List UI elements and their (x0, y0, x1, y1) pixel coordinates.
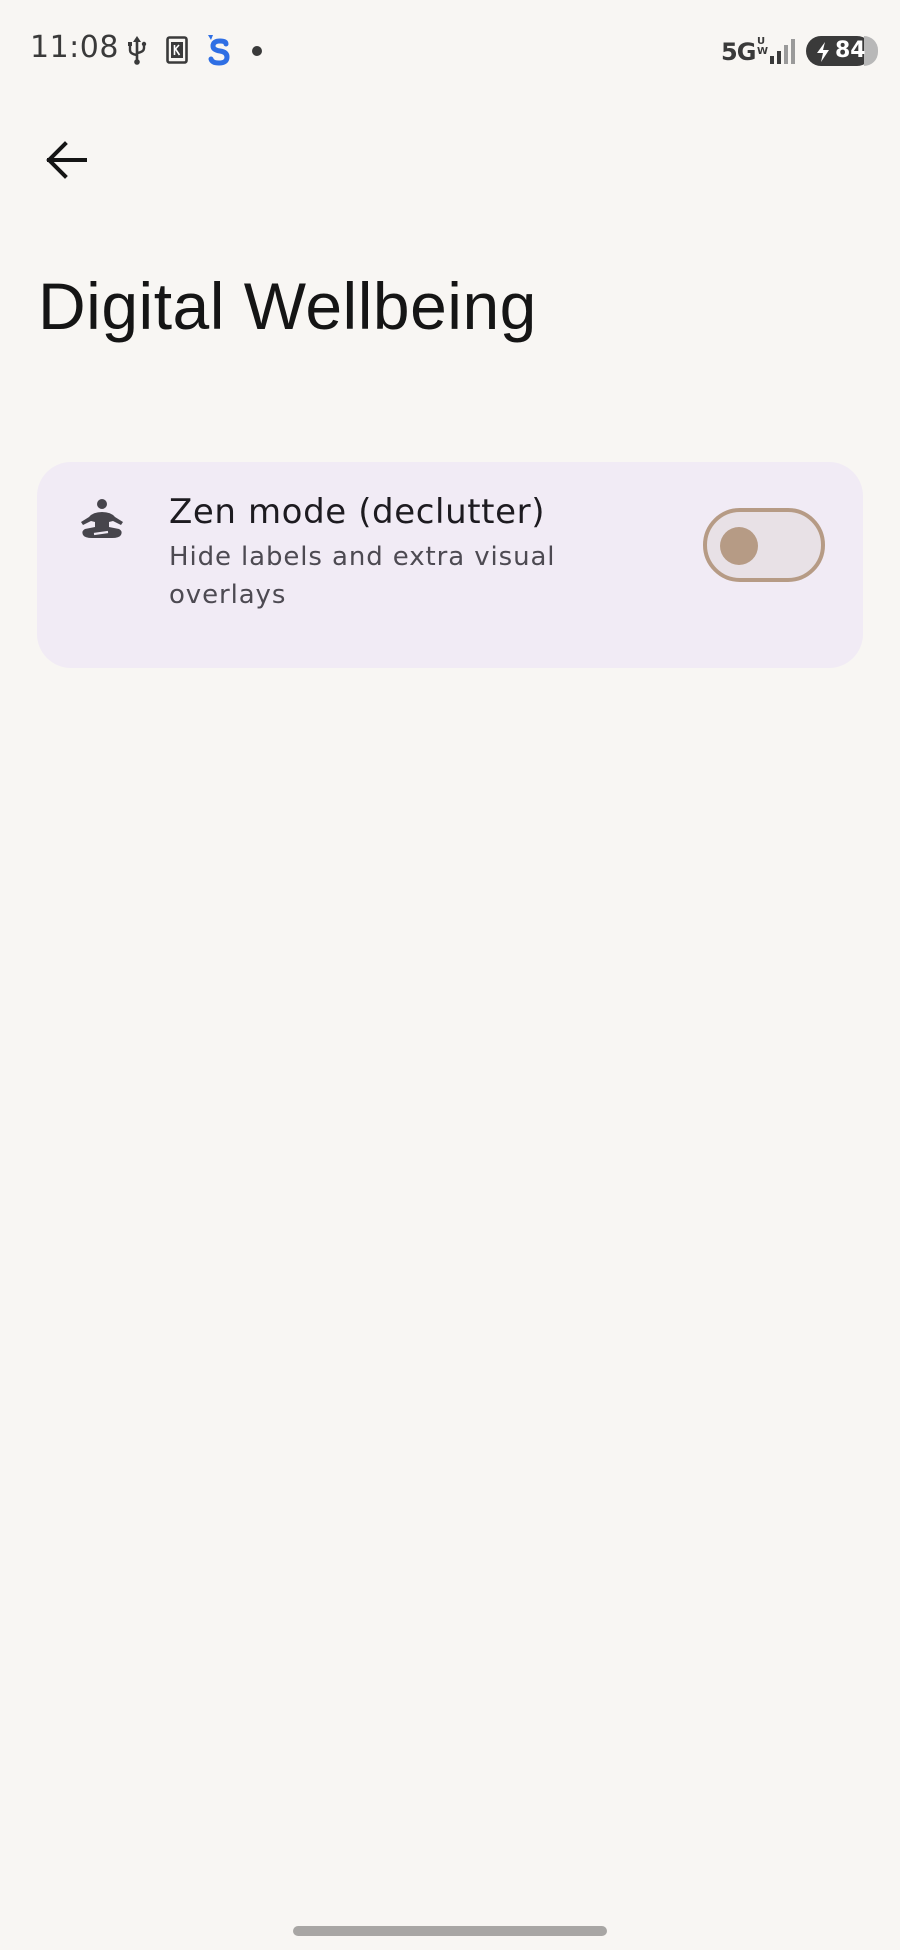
usb-icon (126, 36, 148, 70)
toggle-thumb (720, 527, 758, 565)
network-subtype: UW (757, 36, 769, 57)
k-app-icon (166, 36, 188, 68)
back-button[interactable] (30, 126, 102, 198)
notification-dot-icon (252, 46, 262, 56)
setting-description: Hide labels and extra visual overlays (169, 542, 556, 610)
status-bar: 11:08 5G UW 84 (0, 0, 900, 100)
status-time: 11:08 (30, 30, 119, 65)
battery-empty-segment (864, 36, 878, 66)
gesture-navigation-handle[interactable] (293, 1926, 607, 1936)
signal-icon (768, 37, 798, 69)
network-type: 5G (721, 38, 756, 66)
zen-mode-toggle[interactable] (703, 508, 825, 582)
battery-charging-icon (815, 42, 831, 68)
zen-mode-setting[interactable]: Zen mode (declutter) Hide labels and ext… (37, 462, 863, 668)
arrow-back-icon (45, 141, 87, 183)
setting-title: Zen mode (declutter) (169, 492, 546, 532)
meditation-icon (79, 498, 125, 544)
s-app-icon (204, 32, 232, 70)
battery-level: 84 (835, 38, 866, 63)
battery-indicator: 84 (806, 36, 878, 68)
page-title: Digital Wellbeing (38, 269, 537, 343)
